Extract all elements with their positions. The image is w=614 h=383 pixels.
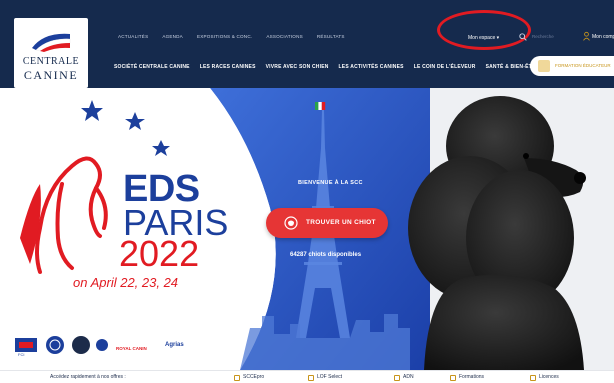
quick-links: SCCEpro LOF Select ADN Formations Licenc…	[234, 371, 590, 383]
find-puppy-label: TROUVER UN CHIOT	[306, 219, 376, 226]
partner-logos	[15, 336, 193, 354]
mon-compte-link[interactable]: Mon compte	[592, 33, 614, 41]
flag-logo-icon	[30, 28, 72, 52]
royal-canin-logo: ROYAL CANIN	[116, 346, 147, 351]
adn-icon	[394, 374, 400, 381]
formation-button[interactable]: FORMATION ÉDUCATEUR	[530, 56, 614, 76]
topnav-item-expositions[interactable]: EXPOSITIONS & CONC.	[197, 30, 252, 44]
puppy-icon	[284, 216, 298, 230]
nav-item-scc[interactable]: SOCIÉTÉ CENTRALE CANINE	[114, 60, 190, 74]
top-nav: ACTUALITÉS AGENDA EXPOSITIONS & CONC. AS…	[118, 30, 345, 44]
find-puppy-button[interactable]: TROUVER UN CHIOT	[266, 208, 388, 238]
centrale-canine-logo[interactable]: CENTRALE CANINE	[14, 18, 88, 88]
agrias-logo: Agrias	[165, 342, 184, 348]
puppies-available-count: 64287 chiots disponibles	[290, 252, 362, 258]
page: CENTRALE CANINE ACTUALITÉS AGENDA EXPOSI…	[0, 0, 614, 383]
search-input[interactable]: Recherche	[532, 33, 554, 41]
licences-icon	[530, 374, 536, 381]
search-icon[interactable]	[519, 33, 527, 41]
quick-link-licences[interactable]: Licences	[530, 371, 590, 383]
logo-text-line2: CANINE	[23, 68, 79, 82]
logo-text-line1: CENTRALE	[22, 56, 80, 67]
topnav-item-agenda[interactable]: AGENDA	[162, 30, 183, 44]
quick-access-bar: Accédez rapidement à nos offres : SCCEpr…	[0, 370, 614, 383]
nav-item-activites[interactable]: LES ACTIVITÉS CANINES	[339, 60, 404, 74]
hero-banner: EDS PARIS 2022 on April 22, 23, 24 BIENV…	[0, 88, 614, 370]
formations-icon	[450, 374, 456, 381]
year-title: 2022	[119, 233, 200, 274]
lof-select-icon	[308, 374, 314, 381]
main-nav: SOCIÉTÉ CENTRALE CANINE LES RACES CANINE…	[114, 60, 539, 74]
topnav-item-associations[interactable]: ASSOCIATIONS	[266, 30, 303, 44]
welcome-text: BIENVENUE À LA SCC	[298, 180, 363, 186]
certificate-icon	[538, 60, 550, 72]
poodle-photo	[408, 96, 586, 370]
event-dates: on April 22, 23, 24	[73, 275, 179, 290]
quick-link-formations[interactable]: Formations	[450, 371, 530, 383]
nav-item-vivre[interactable]: VIVRE AVEC SON CHIEN	[266, 60, 329, 74]
formation-label: FORMATION ÉDUCATEUR	[555, 63, 611, 68]
quick-link-adn[interactable]: ADN	[394, 371, 450, 383]
topnav-item-resultats[interactable]: RÉSULTATS	[317, 30, 345, 44]
fci-logo-text: FCI	[18, 352, 25, 357]
nav-item-eleveur[interactable]: LE COIN DE L'ÉLEVEUR	[414, 60, 476, 74]
topnav-item-actualites[interactable]: ACTUALITÉS	[118, 30, 148, 44]
highlight-ellipse	[437, 10, 531, 50]
quick-access-label: Accédez rapidement à nos offres :	[50, 374, 126, 380]
user-icon[interactable]	[583, 31, 590, 41]
quick-link-lof-select[interactable]: LOF Select	[308, 371, 394, 383]
quick-link-sccepro[interactable]: SCCEpro	[234, 371, 308, 383]
sccepro-icon	[234, 374, 240, 381]
nav-item-races[interactable]: LES RACES CANINES	[200, 60, 256, 74]
site-header: CENTRALE CANINE ACTUALITÉS AGENDA EXPOSI…	[0, 0, 614, 88]
